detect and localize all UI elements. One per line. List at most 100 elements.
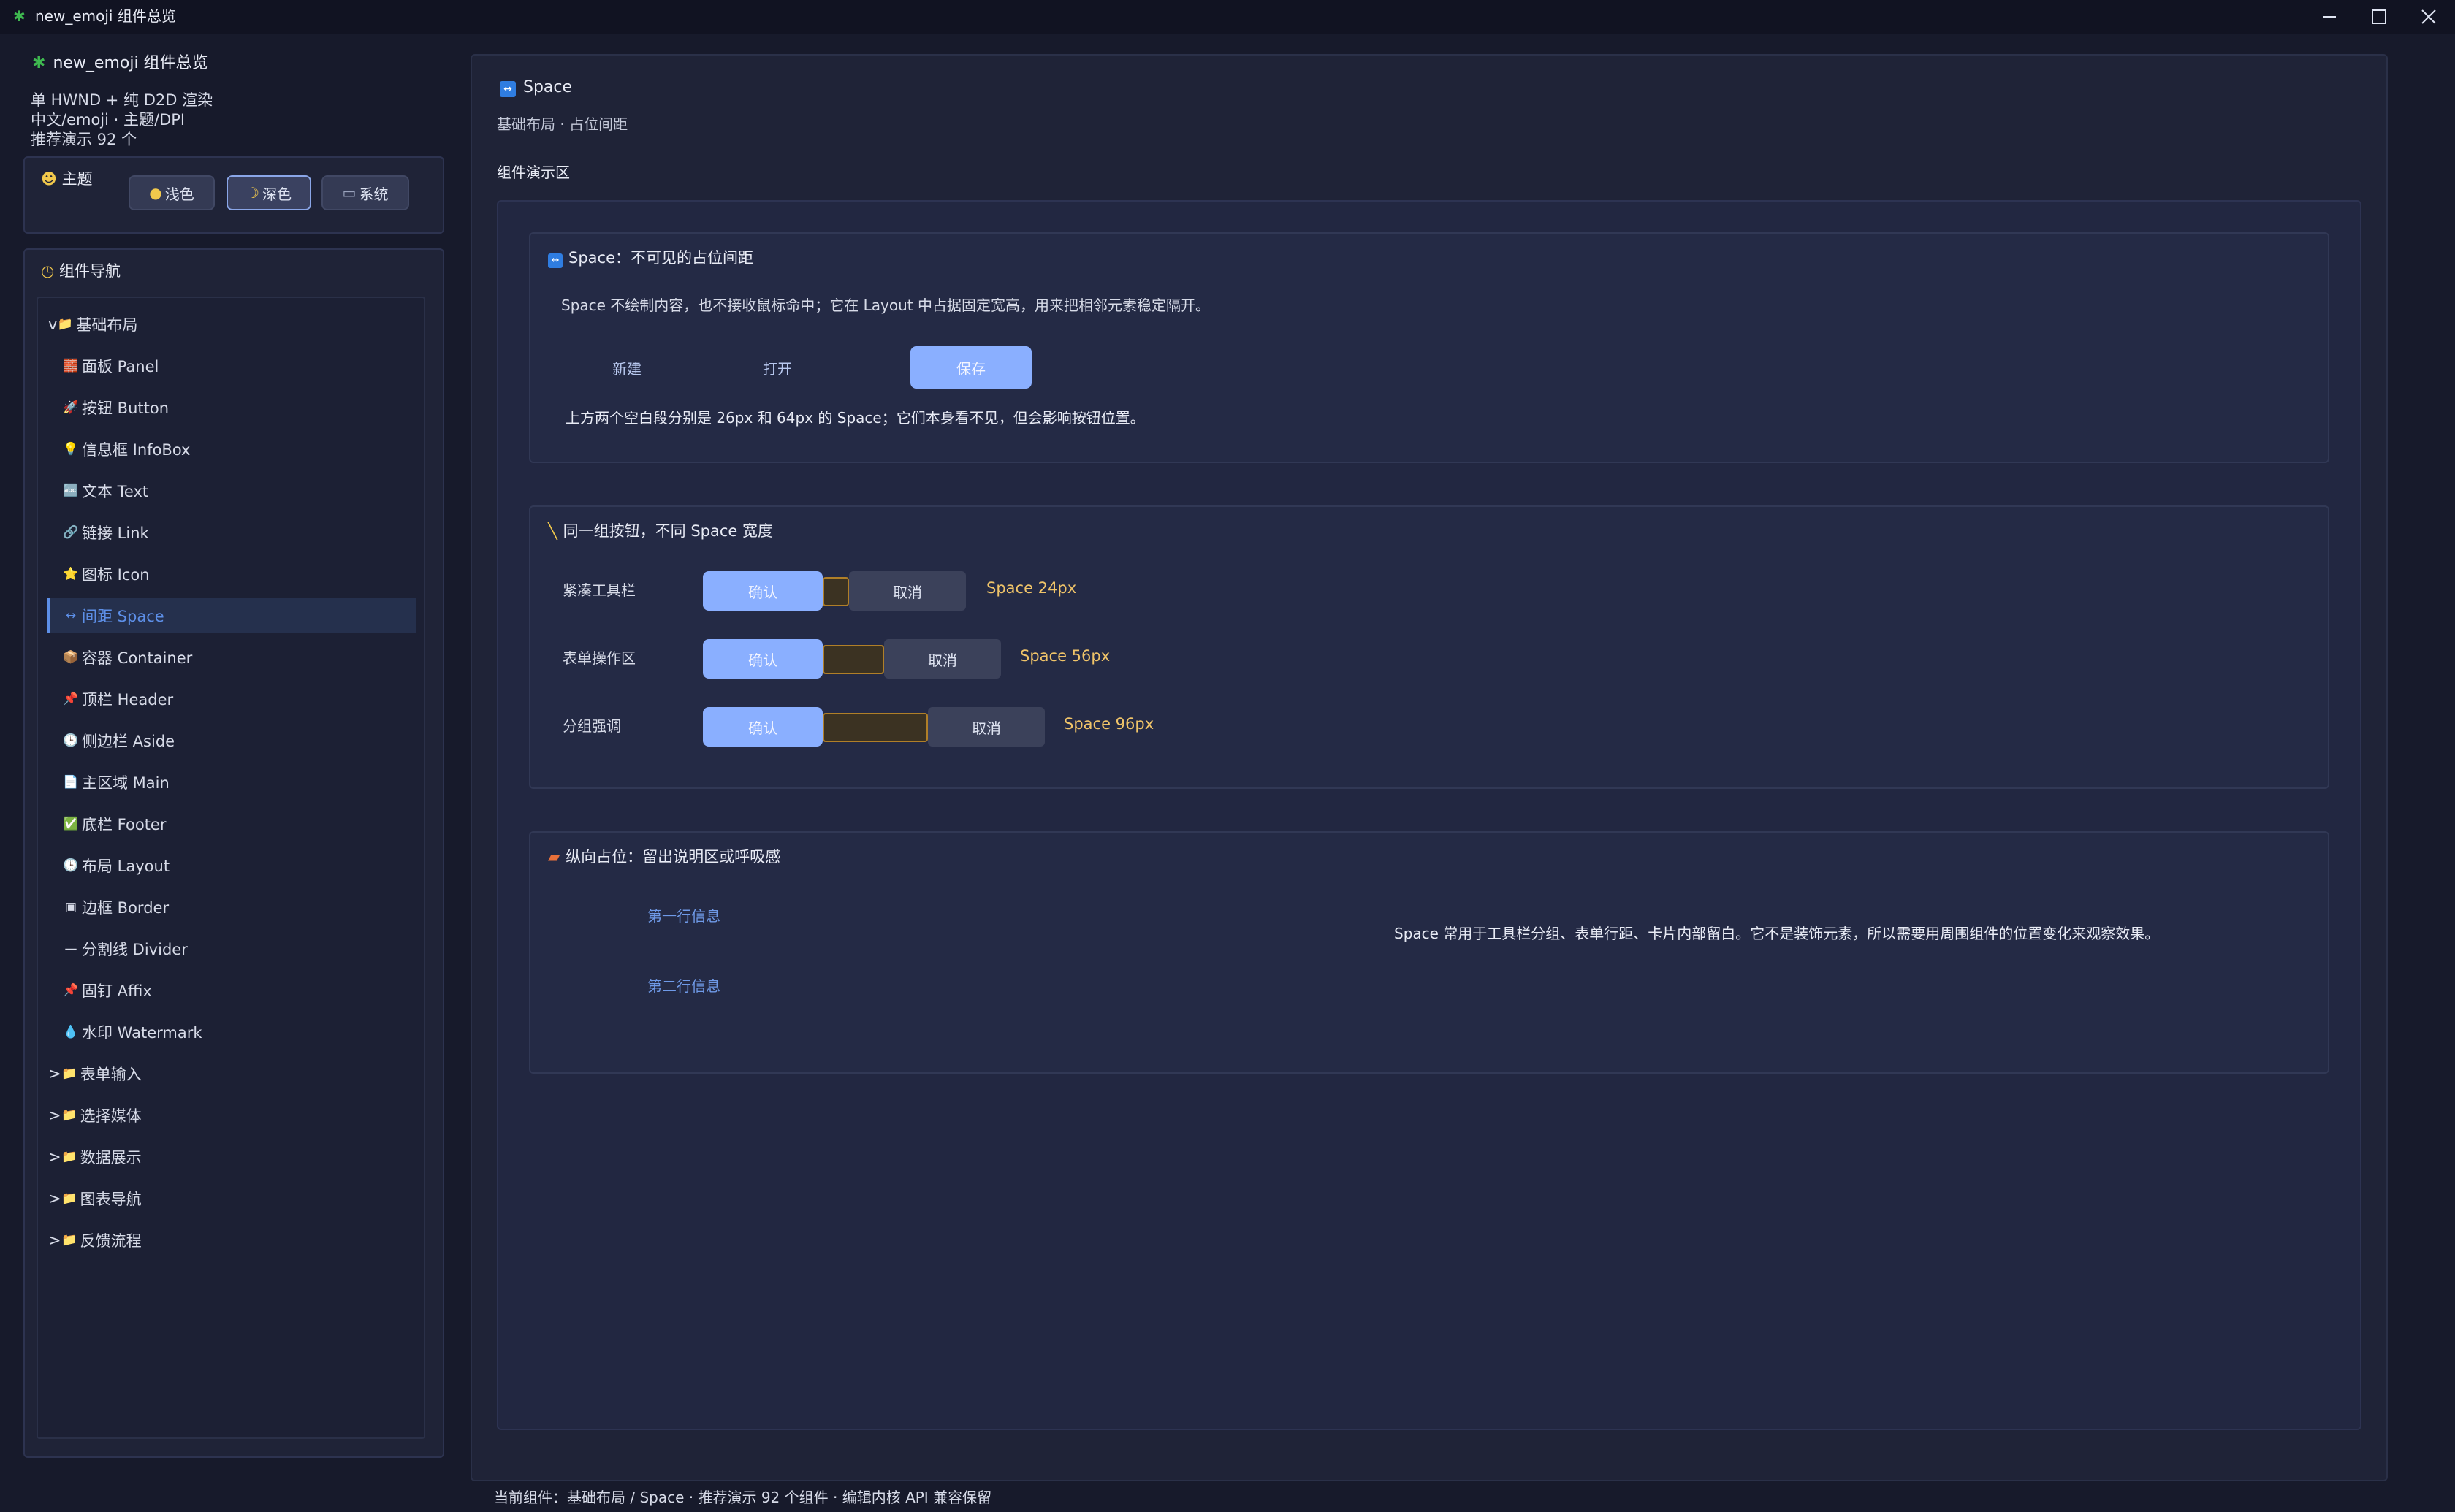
theme-light-button[interactable]: ● 浅色 [129,175,215,210]
space-marker [823,713,928,742]
folder-icon: 📁 [57,317,74,332]
minimize-icon [2323,16,2336,18]
theme-dark-button[interactable]: ☽ 深色 [227,175,311,210]
nav-title: ◷ 组件导航 [41,260,121,282]
maximize-button[interactable] [2354,0,2404,34]
nav-group-feedback[interactable]: > 📁 反馈流程 [48,1223,416,1258]
nav-item-link[interactable]: 🔗 链接 Link [63,515,416,550]
minimize-button[interactable] [2304,0,2354,34]
link-icon: 🔗 [63,525,79,540]
divider-icon: — [64,942,77,956]
nav-label: 表单输入 [80,1066,142,1083]
card-title-text: 纵向占位：留出说明区或呼吸感 [566,848,781,866]
theme-label-text: 主题 [61,170,93,188]
text-icon: 🔤 [63,484,79,498]
nav-group-select-media[interactable]: > 📁 选择媒体 [48,1098,416,1133]
folder-icon: 📁 [61,1066,77,1081]
nav-group-chart-nav[interactable]: > 📁 图表导航 [48,1181,416,1216]
nav-item-icon[interactable]: ⭐ 图标 Icon [63,557,416,592]
ruler-icon: ╲ [548,522,557,540]
maximize-icon [2372,9,2386,24]
nav-item-panel[interactable]: 🧱 面板 Panel [63,348,416,383]
chevron-right-icon: > [48,1232,61,1249]
breadcrumb: 基础布局 · 占位间距 [497,115,628,133]
nav-item-text[interactable]: 🔤 文本 Text [63,473,416,508]
demo-area-label: 组件演示区 [497,164,570,181]
nav-item-header[interactable]: 📌 顶栏 Header [63,681,416,717]
nav-title-text: 组件导航 [59,262,121,280]
folder-icon: 📁 [61,1150,77,1164]
nav-item-footer[interactable]: ✅ 底栏 Footer [63,806,416,841]
nav-item-watermark[interactable]: 💧 水印 Watermark [63,1015,416,1050]
nav-item-divider[interactable]: — 分割线 Divider [63,931,416,966]
theme-system-label: 系统 [359,185,389,203]
info-line-2: 中文/emoji · 主题/DPI [31,111,186,129]
nav-label: 间距 Space [82,608,164,625]
close-icon [2421,9,2436,24]
second-info-line: 第二行信息 [647,977,720,995]
chevron-right-icon: > [48,1148,61,1166]
nav-label: 侧边栏 Aside [82,733,175,750]
chevron-right-icon: > [48,1065,61,1083]
nav-item-aside[interactable]: 🕒 侧边栏 Aside [63,723,416,758]
nav-item-space[interactable]: ↔ 间距 Space [47,598,416,633]
nav-item-button[interactable]: 🚀 按钮 Button [63,390,416,425]
cancel-button[interactable]: 取消 [884,639,1001,679]
nav-label: 容器 Container [82,649,193,667]
nav-group-data-display[interactable]: > 📁 数据展示 [48,1139,416,1175]
window-title: new_emoji 组件总览 [35,7,176,25]
theme-light-label: 浅色 [164,185,194,203]
nav-item-border[interactable]: ▣ 边框 Border [63,890,416,925]
monitor-icon: ▭ [342,184,357,202]
space-marker [823,577,849,606]
clock-icon: 🕒 [63,858,79,873]
nav-label: 固钉 Affix [82,982,152,1000]
save-button[interactable]: 保存 [910,346,1032,389]
moon-icon: ☽ [246,184,259,202]
info-line-3: 推荐演示 92 个 [31,131,137,148]
nav-label: 信息框 InfoBox [82,441,191,459]
card-description: Space 不绘制内容，也不接收鼠标命中；它在 Layout 中占据固定宽高，用… [561,297,1211,314]
title-bar: ✱ new_emoji 组件总览 [0,0,2455,34]
nav-label: 布局 Layout [82,858,170,875]
puzzle-icon: ✱ [32,54,46,72]
card-title: ╲ 同一组按钮，不同 Space 宽度 [548,520,773,542]
clock-icon: 🕒 [63,733,79,748]
theme-system-button[interactable]: ▭ 系统 [321,175,409,210]
close-button[interactable] [2404,0,2454,34]
arrows-horizontal-icon: ↔ [500,81,516,97]
space-marker [823,645,884,674]
space-size-label: Space 56px [1020,647,1111,665]
arrows-horizontal-icon: ↔ [65,608,77,623]
card-title-text: 同一组按钮，不同 Space 宽度 [563,522,774,540]
first-info-line: 第一行信息 [647,907,720,925]
chevron-down-icon: v [48,316,58,333]
rocket-icon: 🚀 [63,400,79,415]
cancel-button[interactable]: 取消 [928,707,1045,747]
page-icon: 📄 [63,775,79,790]
palette-icon: ☻ [41,170,57,188]
nav-item-infobox[interactable]: 💡 信息框 InfoBox [63,432,416,467]
nav-item-container[interactable]: 📦 容器 Container [63,640,416,675]
nav-group-form-input[interactable]: > 📁 表单输入 [48,1056,416,1091]
nav-label: 文本 Text [82,483,149,500]
nav-item-affix[interactable]: 📌 固钉 Affix [63,973,416,1008]
nav-item-main[interactable]: 📄 主区域 Main [63,765,416,800]
new-button[interactable]: 新建 [598,346,656,389]
cancel-button[interactable]: 取消 [849,571,966,611]
confirm-button[interactable]: 确认 [703,707,823,747]
confirm-button[interactable]: 确认 [703,639,823,679]
pin-icon: 📌 [63,692,79,706]
nav-label: 分割线 Divider [82,941,188,958]
nav-label: 边框 Border [82,899,170,917]
confirm-button[interactable]: 确认 [703,571,823,611]
nav-label: 水印 Watermark [82,1024,202,1042]
nav-label: 顶栏 Header [82,691,174,709]
nav-label: 反馈流程 [80,1232,142,1250]
row-label: 分组强调 [563,717,621,735]
nav-item-layout[interactable]: 🕒 布局 Layout [63,848,416,883]
nav-group-basic-layout[interactable]: v 📁 基础布局 [48,307,416,342]
open-button[interactable]: 打开 [748,346,807,389]
brick-icon: 🧱 [63,359,79,373]
space-note: 上方两个空白段分别是 26px 和 64px 的 Space；它们本身看不见，但… [566,409,1145,427]
